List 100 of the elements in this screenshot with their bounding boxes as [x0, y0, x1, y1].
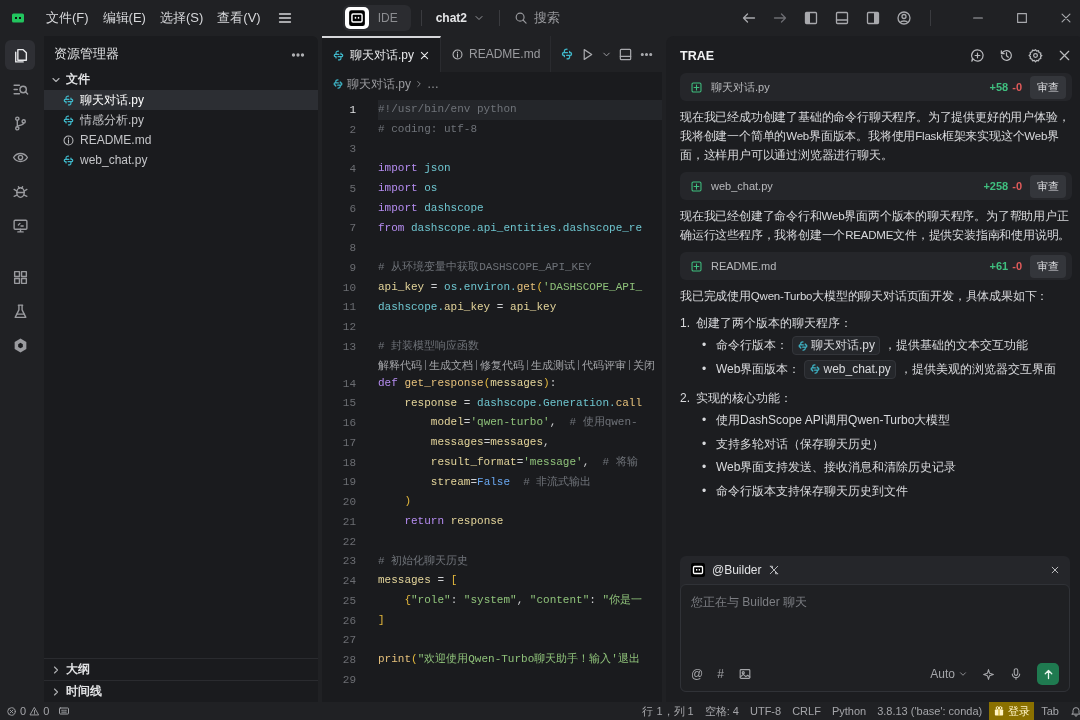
editor-tab[interactable]: 聊天对话.py — [322, 36, 441, 72]
history-icon[interactable] — [999, 48, 1014, 63]
status-item[interactable]: 3.8.13 ('base': conda) — [877, 705, 983, 717]
file-chip[interactable]: 聊天对话.py — [792, 336, 880, 356]
menu-item[interactable]: 文件(F) — [40, 6, 95, 30]
left-panel-icon[interactable] — [803, 10, 819, 26]
code-line: {"role": "system", "content": "你是一 — [403, 593, 644, 608]
code-line: # 封装模型响应函数 — [378, 339, 481, 354]
code-action-link[interactable]: 修复代码 — [476, 360, 527, 371]
file-item[interactable]: README.md — [44, 130, 318, 150]
code-action-link[interactable]: 关闭 — [629, 360, 658, 371]
line-number: 4 — [348, 163, 356, 176]
line-number: 10 — [341, 281, 356, 294]
status-item[interactable]: 行 1，列 1 — [642, 703, 694, 719]
mode-option[interactable] — [344, 7, 369, 29]
account-icon[interactable] — [896, 10, 912, 26]
status-item[interactable]: 空格: 4 — [704, 703, 739, 719]
close-icon[interactable] — [1057, 48, 1072, 63]
activity-item[interactable] — [5, 40, 35, 70]
bottom-panel-icon[interactable] — [834, 10, 850, 26]
close-icon[interactable] — [419, 49, 430, 61]
microphone-icon[interactable] — [1009, 667, 1023, 681]
code-action-link[interactable]: 代码评审 — [578, 360, 629, 371]
code-line: ) — [403, 494, 412, 510]
chevron-right-icon — [414, 79, 424, 89]
line-number: 6 — [348, 202, 356, 215]
chat-input-field[interactable]: 您正在与 Builder 聊天 @ # Auto — [680, 584, 1070, 692]
close-icon[interactable] — [1059, 11, 1073, 25]
section-header[interactable]: 大纲 — [44, 658, 318, 680]
file-item[interactable]: 情感分析.py — [44, 110, 318, 130]
menu-item[interactable]: 编辑(E) — [96, 6, 152, 30]
split-icon[interactable] — [618, 46, 633, 62]
input-tool[interactable]: @ — [691, 667, 704, 681]
input-tool[interactable]: # — [717, 667, 724, 681]
mode-option[interactable]: IDE — [374, 9, 401, 27]
folder-header[interactable]: 文件 — [44, 69, 318, 90]
code-action-link[interactable]: 生成文档 — [425, 360, 476, 371]
status-item[interactable]: Tab — [1041, 705, 1059, 717]
line-number: 19 — [341, 476, 356, 489]
editor-tab[interactable]: README.md — [441, 36, 552, 72]
back-icon[interactable] — [741, 10, 757, 26]
menu-item[interactable]: 选择(S) — [153, 6, 210, 30]
code-line: # coding: utf-8 — [378, 121, 479, 137]
file-item[interactable]: web_chat.py — [44, 150, 318, 170]
file-added-icon — [690, 80, 703, 94]
status-item[interactable]: CRLF — [792, 705, 821, 717]
code-line: model='qwen-turbo', # 使用qwen- — [429, 415, 639, 431]
status-item[interactable]: UTF-8 — [750, 705, 782, 717]
breadcrumb-item[interactable]: 聊天对话.py — [347, 75, 411, 93]
error-icon[interactable] — [6, 705, 17, 717]
login-button[interactable]: 登录 — [989, 702, 1035, 720]
model-selector[interactable]: Auto — [930, 667, 968, 681]
flask-icon — [11, 302, 29, 320]
line-number: 20 — [341, 496, 356, 509]
added-count: +61 — [989, 260, 1009, 272]
line-number: 7 — [348, 222, 356, 235]
menu-icon[interactable] — [276, 10, 293, 26]
error-count[interactable]: 0 — [20, 705, 27, 717]
list-heading: 创建了两个版本的聊天程序： — [696, 315, 852, 332]
bullet: • — [702, 459, 708, 476]
review-button[interactable]: 审查 — [1030, 174, 1066, 198]
code-action-link[interactable]: 解释代码 — [378, 360, 425, 371]
added-count: +58 — [989, 81, 1009, 93]
sparkle-icon[interactable] — [982, 667, 995, 681]
breadcrumb-item[interactable]: … — [427, 77, 439, 91]
new-chat-icon[interactable] — [970, 48, 985, 63]
line-number: 23 — [341, 555, 356, 568]
code-line: messages = [ — [378, 573, 459, 589]
line-number: 16 — [341, 417, 356, 430]
review-button[interactable]: 审查 — [1030, 254, 1066, 278]
warning-count[interactable]: 0 — [43, 705, 50, 717]
python-file-icon — [809, 363, 822, 376]
maximize-icon[interactable] — [1015, 11, 1029, 25]
python-file-icon — [332, 78, 344, 90]
list-number: 1. — [680, 315, 690, 332]
settings-icon[interactable] — [1028, 48, 1043, 63]
menu-item[interactable]: 查看(V) — [211, 6, 267, 30]
code-action-link[interactable]: 生成测试 — [527, 360, 578, 371]
right-panel-icon[interactable] — [865, 10, 881, 26]
status-item[interactable]: Python — [831, 705, 867, 717]
python-file-icon — [332, 48, 345, 62]
forward-icon[interactable] — [772, 10, 788, 26]
file-chip[interactable]: web_chat.py — [804, 359, 896, 379]
added-count: +258 — [983, 180, 1009, 192]
close-icon[interactable] — [1050, 565, 1060, 575]
remote-icon[interactable] — [58, 705, 71, 717]
notification-icon[interactable] — [1070, 705, 1080, 717]
bullet-label: Web界面版本： — [716, 360, 801, 378]
review-button[interactable]: 审查 — [1030, 75, 1066, 99]
send-button[interactable] — [1037, 663, 1059, 685]
python-icon[interactable] — [560, 47, 574, 61]
line-number: 1 — [348, 103, 356, 116]
bullet: • — [702, 435, 708, 453]
image-icon[interactable] — [737, 667, 752, 681]
search-field[interactable]: 搜索 — [510, 7, 564, 29]
removed-count: -0 — [1012, 260, 1022, 272]
code-line: import os — [378, 181, 439, 196]
file-item[interactable]: 聊天对话.py — [44, 90, 318, 110]
warning-icon[interactable] — [29, 705, 41, 717]
project-selector[interactable]: chat2 — [431, 9, 489, 27]
